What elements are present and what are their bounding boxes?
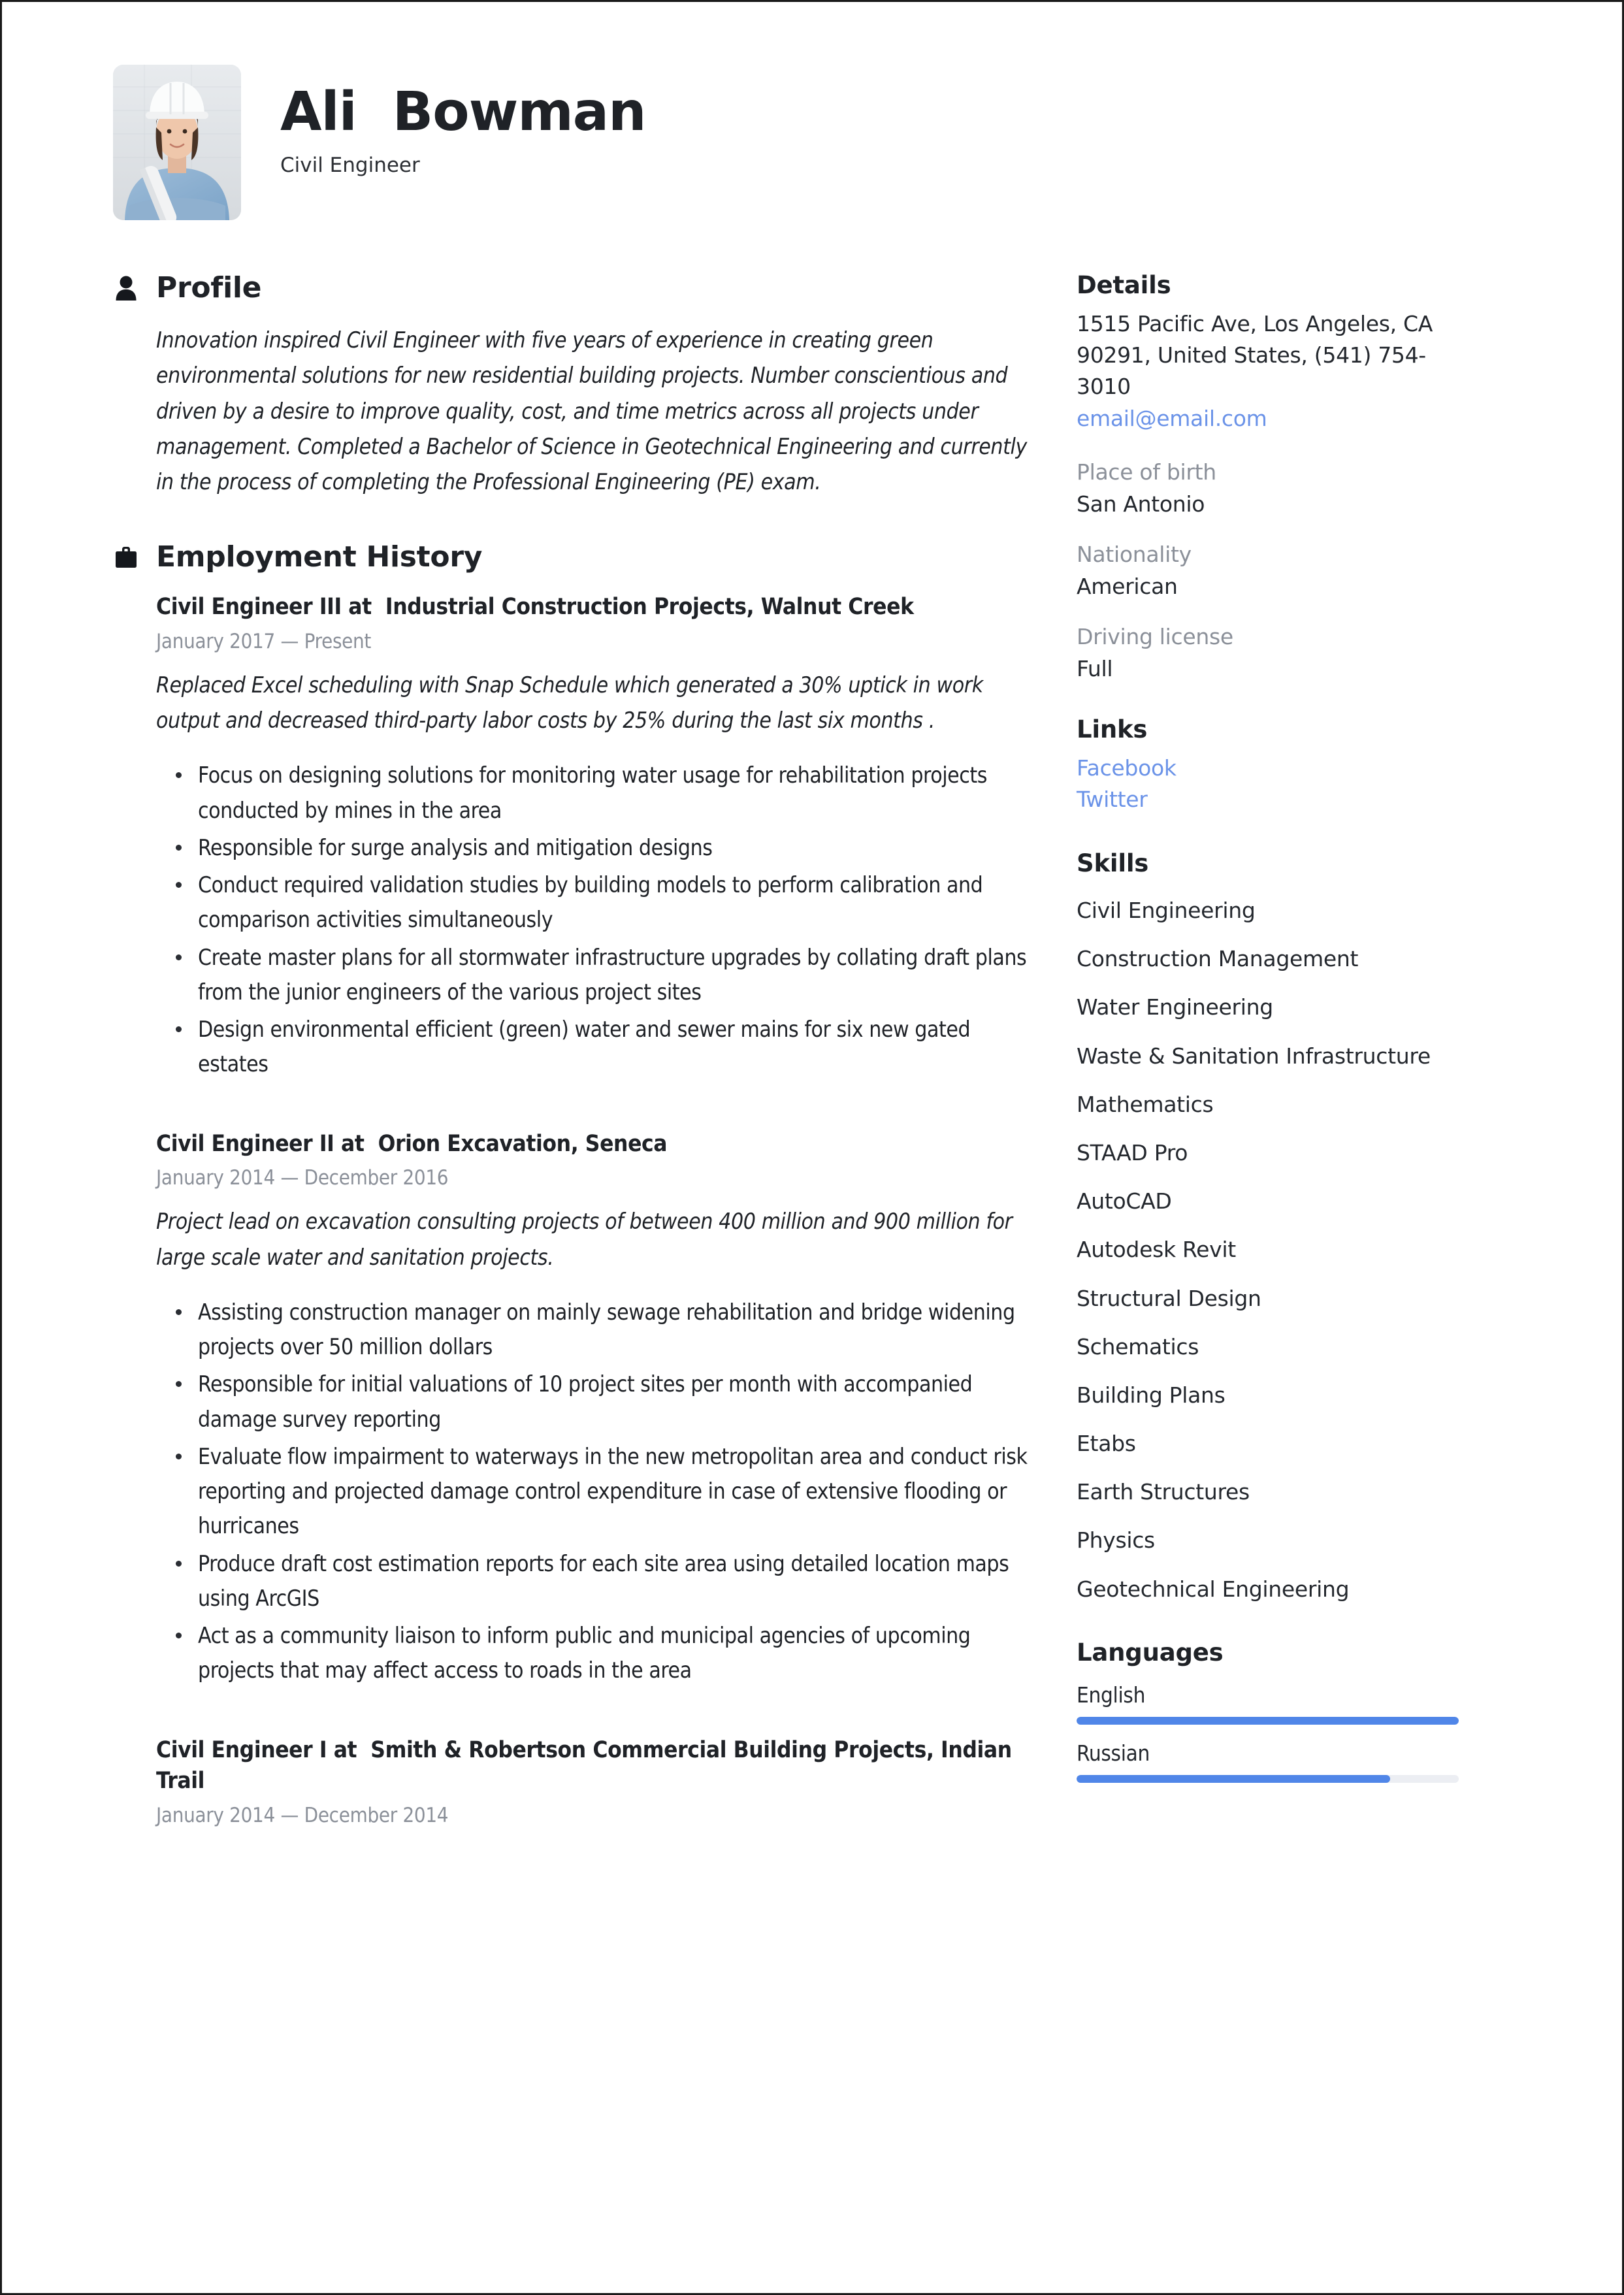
language-row: English — [1077, 1682, 1459, 1725]
skill-item: Physics — [1077, 1527, 1155, 1554]
skill-item: Civil Engineering — [1077, 898, 1256, 924]
profile-text: Innovation inspired Civil Engineer with … — [156, 327, 1027, 495]
section-employment-history: Employment History Civil Engineer III at… — [113, 540, 1037, 1827]
language-name: English — [1077, 1682, 1146, 1708]
links-title: Links — [1077, 715, 1148, 743]
profile-section-header: Profile — [113, 271, 1037, 304]
skill-item: AutoCAD — [1077, 1188, 1172, 1214]
job-bullet: Focus on designing solutions for monitor… — [176, 758, 1037, 828]
job-entry: Civil Engineer III at Industrial Constru… — [156, 592, 1037, 1081]
section-profile: Profile Innovation inspired Civil Engine… — [113, 271, 1037, 500]
link-facebook[interactable]: Facebook — [1077, 753, 1455, 784]
job-dates: January 2014 — December 2014 — [156, 1803, 449, 1827]
skill-item: Structural Design — [1077, 1285, 1261, 1311]
employment-section-title: Employment History — [156, 540, 483, 574]
language-name: Russian — [1077, 1740, 1150, 1766]
job-dates: January 2014 — December 2016 — [156, 1166, 449, 1190]
resume-page: Ali Bowman Civil Engineer Profile Innova… — [0, 0, 1624, 2295]
language-level-track — [1077, 1716, 1459, 1725]
skill-item: Waste & Sanitation Infrastructure — [1077, 1043, 1431, 1069]
employment-body: Civil Engineer III at Industrial Constru… — [113, 592, 1037, 1827]
briefcase-icon — [113, 544, 139, 570]
details-label-nationality: Nationality — [1077, 541, 1192, 567]
language-level-fill — [1077, 1774, 1390, 1783]
resume-sheet: Ali Bowman Civil Engineer Profile Innova… — [2, 2, 1622, 2293]
job-bullet: Act as a community liaison to inform pub… — [176, 1618, 1037, 1688]
name-block: Ali Bowman Civil Engineer — [280, 65, 647, 178]
skill-item: Building Plans — [1077, 1382, 1226, 1408]
job-bullet: Responsible for initial valuations of 10… — [176, 1367, 1037, 1437]
job-bullet: Responsible for surge analysis and mitig… — [176, 830, 1037, 865]
job-bullet: Design environmental efficient (green) w… — [176, 1012, 1037, 1082]
skill-item: Autodesk Revit — [1077, 1237, 1236, 1263]
skill-item: Etabs — [1077, 1431, 1136, 1457]
sidebar-section-skills: Skills Civil Engineering Construction Ma… — [1077, 849, 1455, 1604]
languages-title: Languages — [1077, 1638, 1224, 1667]
job-entry: Civil Engineer I at Smith & Robertson Co… — [156, 1735, 1037, 1827]
resume-header: Ali Bowman Civil Engineer — [113, 65, 1515, 220]
details-value-driving-license: Full — [1077, 655, 1113, 681]
details-value-nationality: American — [1077, 573, 1178, 599]
profile-body: Innovation inspired Civil Engineer with … — [113, 323, 1037, 500]
sidebar-column: Details 1515 Pacific Ave, Los Angeles, C… — [1064, 271, 1459, 1783]
job-entry: Civil Engineer II at Orion Excavation, S… — [156, 1129, 1037, 1688]
details-value-place-of-birth: San Antonio — [1077, 491, 1205, 517]
job-bullet-list: Assisting construction manager on mainly… — [156, 1295, 1037, 1688]
avatar — [113, 65, 241, 220]
candidate-name: Ali Bowman — [280, 81, 647, 143]
link-twitter[interactable]: Twitter — [1077, 784, 1455, 815]
details-label-driving-license: Driving license — [1077, 623, 1233, 649]
resume-body: Profile Innovation inspired Civil Engine… — [113, 271, 1515, 1827]
skill-item: STAAD Pro — [1077, 1139, 1188, 1165]
profile-section-title: Profile — [156, 271, 262, 304]
skill-item: Mathematics — [1077, 1091, 1214, 1117]
sidebar-section-links: Links Facebook Twitter — [1077, 715, 1455, 815]
job-summary: Replaced Excel scheduling with Snap Sche… — [156, 672, 983, 734]
skills-title: Skills — [1077, 849, 1149, 878]
job-dates: January 2017 — Present — [156, 629, 372, 653]
job-bullet: Create master plans for all stormwater i… — [176, 940, 1037, 1010]
skill-item: Schematics — [1077, 1333, 1199, 1359]
job-bullet-list: Focus on designing solutions for monitor… — [156, 758, 1037, 1081]
job-bullet: Conduct required validation studies by b… — [176, 868, 1037, 937]
job-bullet: Evaluate flow impairment to waterways in… — [176, 1439, 1037, 1544]
job-bullet: Assisting construction manager on mainly… — [176, 1295, 1037, 1365]
candidate-job-title: Civil Engineer — [280, 154, 420, 177]
skill-item: Construction Management — [1077, 946, 1359, 972]
skill-item: Water Engineering — [1077, 994, 1273, 1020]
details-email-link[interactable]: email@email.com — [1077, 403, 1455, 434]
job-title: Civil Engineer II at Orion Excavation, S… — [156, 1130, 668, 1157]
language-level-fill — [1077, 1716, 1459, 1725]
details-label-place-of-birth: Place of birth — [1077, 459, 1216, 485]
sidebar-section-details: Details 1515 Pacific Ave, Los Angeles, C… — [1077, 271, 1455, 681]
details-title: Details — [1077, 271, 1171, 299]
job-title: Civil Engineer III at Industrial Constru… — [156, 594, 914, 621]
avatar-photo-icon — [113, 65, 241, 220]
sidebar-section-languages: Languages English Russian — [1077, 1638, 1459, 1783]
skill-item: Geotechnical Engineering — [1077, 1576, 1350, 1602]
job-bullet: Produce draft cost estimation reports fo… — [176, 1546, 1037, 1616]
language-row: Russian — [1077, 1740, 1459, 1783]
person-icon — [113, 275, 139, 301]
employment-section-header: Employment History — [113, 540, 1037, 574]
job-title: Civil Engineer I at Smith & Robertson Co… — [156, 1736, 1019, 1795]
main-column: Profile Innovation inspired Civil Engine… — [113, 271, 1064, 1827]
details-address: 1515 Pacific Ave, Los Angeles, CA 90291,… — [1077, 311, 1433, 400]
skill-item: Earth Structures — [1077, 1479, 1250, 1505]
job-summary: Project lead on excavation consulting pr… — [156, 1209, 1013, 1270]
language-level-track — [1077, 1774, 1459, 1783]
